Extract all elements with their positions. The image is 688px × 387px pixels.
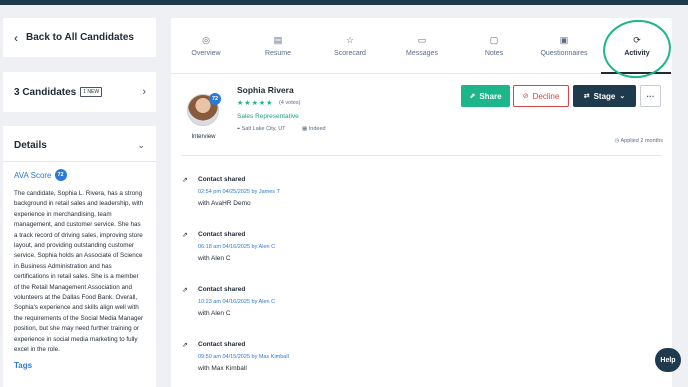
activity-item: ⇗ Contact shared 10:23 am 04/16/2025 by … <box>182 286 662 341</box>
star-icon: ☆ <box>345 35 355 45</box>
applied-text: Applied 2 months <box>620 138 664 144</box>
activity-item: ⇗ Contact shared 02:54 pm 04/25/2025 by … <box>182 176 662 231</box>
document-icon: ▤ <box>273 35 283 45</box>
new-badge: 1 NEW <box>80 87 103 97</box>
tab-bar: ◎ Overview ▤ Resume ☆ Scorecard ▭ Messag… <box>171 15 675 83</box>
activity-item: ⇗ Contact shared 06:18 am 04/16/2025 by … <box>182 231 662 286</box>
share-icon: ⇗ <box>469 93 476 100</box>
stage-label: Interview <box>191 134 216 140</box>
star-icon: ★ <box>244 100 252 107</box>
decline-label: Decline <box>532 91 560 101</box>
chat-icon: ▭ <box>417 35 427 45</box>
candidates-switcher[interactable]: 3 Candidates 1 NEW › <box>3 72 156 112</box>
tab-label: Scorecard <box>334 50 366 57</box>
candidate-profile-header: 72 Interview Sophia Rivera ★★★★★ (4 vote… <box>171 74 672 158</box>
tab-messages[interactable]: ▭ Messages <box>387 34 457 57</box>
user-circle-icon: ◎ <box>202 35 210 45</box>
tab-resume[interactable]: ▤ Resume <box>243 34 313 57</box>
share-label: Share <box>479 91 502 101</box>
chevron-down-icon: ⌄ <box>619 93 626 100</box>
candidate-main-panel: ◎ Overview ▤ Resume ☆ Scorecard ▭ Messag… <box>171 15 675 387</box>
ava-score-row: AVA Score 72 <box>3 162 156 181</box>
chevron-left-icon: ‹ <box>14 30 18 45</box>
tab-label: Resume <box>264 50 292 57</box>
candidate-role: Sales Representative <box>237 113 299 120</box>
tab-label: Messages <box>406 50 438 57</box>
tags-section-title: Tags <box>14 360 33 370</box>
source-icon: ▦ <box>302 126 309 132</box>
activity-meta: 02:54 pm 04/25/2025 by James T <box>198 189 280 195</box>
help-button[interactable]: Help <box>655 348 681 372</box>
applied-time: ◷ Applied 2 months <box>614 138 663 144</box>
details-title: Details <box>14 140 47 151</box>
stage-label: Stage <box>593 91 616 101</box>
activity-meta: 10:23 am 04/16/2025 by Alen C <box>198 299 276 305</box>
share-icon: ⇗ <box>182 287 188 294</box>
note-icon: ▢ <box>489 35 499 45</box>
chevron-down-icon: ⌄ <box>137 140 145 150</box>
back-to-candidates-link[interactable]: ‹ Back to All Candidates <box>3 18 156 57</box>
ava-score-label: AVA Score <box>14 170 52 180</box>
votes-count: (4 votes) <box>279 100 301 106</box>
decline-button[interactable]: ⊘ Decline <box>513 85 569 107</box>
stage-dropdown-button[interactable]: ⇄ Stage ⌄ <box>573 85 636 107</box>
candidate-location: ⌖ Salt Lake City, UT <box>237 126 286 133</box>
rating-stars[interactable]: ★★★★★ <box>237 99 273 107</box>
details-panel: Details ⌄ AVA Score 72 The candidate, So… <box>3 126 156 387</box>
tab-overview[interactable]: ◎ Overview <box>171 34 241 57</box>
activity-title: Contact shared <box>198 341 246 348</box>
details-header[interactable]: Details ⌄ <box>3 126 156 151</box>
share-icon: ⇗ <box>182 177 188 184</box>
more-options-button[interactable]: ··· <box>640 85 661 107</box>
tab-questionnaires[interactable]: ▣ Questionnaires <box>529 34 599 57</box>
avatar-score-badge: 72 <box>209 93 221 105</box>
back-label: Back to All Candidates <box>26 32 134 43</box>
chevron-right-icon: › <box>142 86 146 98</box>
activity-title: Contact shared <box>198 176 246 183</box>
activity-desc: with Alen C <box>198 310 231 317</box>
candidate-name: Sophia Rivera <box>237 85 294 95</box>
star-icon: ★ <box>251 100 259 107</box>
activity-meta: 09:50 am 04/15/2025 by Max Kimball <box>198 354 289 360</box>
tab-label: Overview <box>191 50 221 57</box>
ava-score-badge: 72 <box>54 169 67 181</box>
activity-item: ⇗ Contact shared 09:50 am 04/15/2025 by … <box>182 341 662 387</box>
clipboard-icon: ▣ <box>559 35 569 45</box>
candidates-count: 3 Candidates <box>14 86 77 98</box>
activity-title: Contact shared <box>198 286 246 293</box>
star-icon: ★ <box>266 100 274 107</box>
block-icon: ⊘ <box>522 93 529 100</box>
activity-desc: with AvaHR Demo <box>198 200 251 207</box>
activity-desc: with Max Kimball <box>198 365 247 372</box>
share-icon: ⇗ <box>182 342 188 349</box>
tab-notes[interactable]: ▢ Notes <box>459 34 529 57</box>
swap-icon: ⇄ <box>583 93 590 100</box>
location-text: Salt Lake City, UT <box>241 126 286 132</box>
activity-meta: 06:18 am 04/16/2025 by Alen C <box>198 244 276 250</box>
activity-desc: with Alen C <box>198 255 231 262</box>
source-text: Indeed <box>308 126 326 132</box>
tab-label: Notes <box>484 50 504 57</box>
tab-scorecard[interactable]: ☆ Scorecard <box>315 34 385 57</box>
candidate-summary: The candidate, Sophia L. Rivera, has a s… <box>14 190 144 354</box>
tab-label: Questionnaires <box>540 50 588 57</box>
share-icon: ⇗ <box>182 232 188 239</box>
candidate-source: ▦ Indeed <box>302 126 326 132</box>
divider <box>181 155 662 156</box>
top-bar <box>0 0 688 5</box>
activity-title: Contact shared <box>198 231 246 238</box>
share-button[interactable]: ⇗ Share <box>461 85 510 107</box>
